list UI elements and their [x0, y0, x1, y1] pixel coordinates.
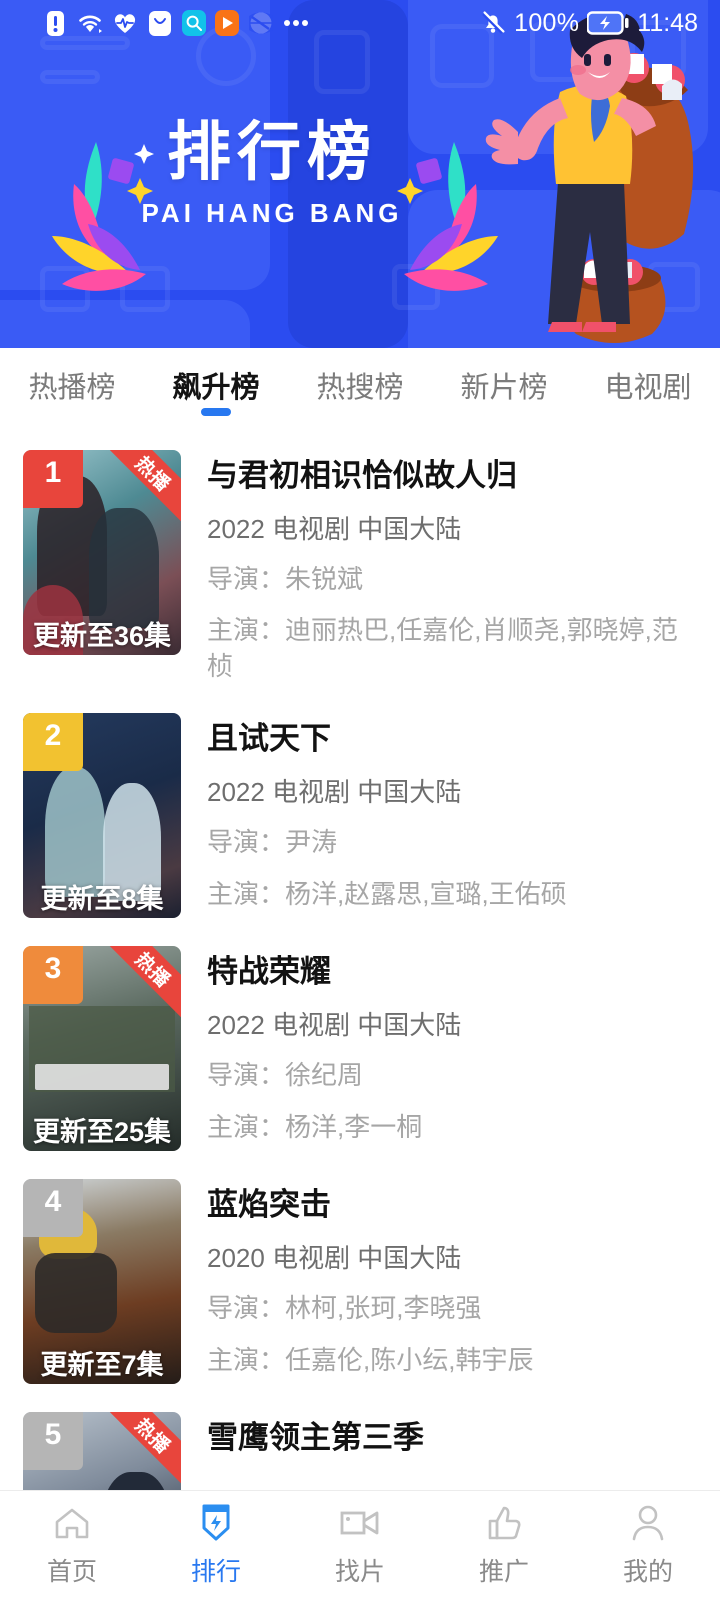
item-title: 特战荣耀	[207, 954, 331, 990]
item-info: 与君初相识恰似故人归 2022 电视剧 中国大陆 导演：朱锐斌 主演：迪丽热巴,…	[181, 450, 700, 685]
episode-status: 更新至7集	[40, 1350, 164, 1381]
tab-underline	[201, 408, 231, 416]
list-item[interactable]: 5 热播 雪鹰领主第三季	[0, 1384, 720, 1490]
nav-item-ranking[interactable]: 排行	[144, 1503, 288, 1588]
ranking-tabs: 热播榜 飙升榜 热搜榜 新片榜 电视剧	[0, 348, 720, 422]
globe-icon	[248, 10, 274, 36]
poster-thumbnail[interactable]: 3 热播 更新至25集	[23, 946, 181, 1152]
bottom-navigation: 首页 排行 找片 推广 我的	[0, 1490, 720, 1600]
item-title: 且试天下	[207, 721, 331, 757]
play-icon	[215, 10, 239, 36]
item-meta: 2020 电视剧 中国大陆	[207, 1242, 462, 1273]
item-info: 雪鹰领主第三季	[181, 1412, 700, 1490]
wifi-icon	[77, 10, 103, 36]
list-item[interactable]: 4 更新至7集 蓝焰突击 2020 电视剧 中国大陆 导演：林柯,张珂,李晓强 …	[0, 1151, 720, 1385]
poster-thumbnail[interactable]: 1 热播 更新至36集	[23, 450, 181, 655]
status-bar-left-icons	[22, 10, 309, 36]
rank-badge: 3	[23, 946, 83, 1005]
nav-item-find[interactable]: 找片	[288, 1503, 432, 1588]
rank-badge: 1	[23, 450, 83, 508]
episode-status: 更新至25集	[32, 1117, 172, 1148]
item-cast: 主演：任嘉伦,陈小纭,韩宇辰	[207, 1344, 534, 1375]
tab-label: 电视剧	[604, 372, 692, 404]
poster-thumbnail[interactable]: 5 热播	[23, 1412, 181, 1490]
nav-label: 排行	[190, 1558, 241, 1586]
tab-resou[interactable]: 热搜榜	[288, 348, 432, 422]
ranking-list[interactable]: 1 热播 更新至36集 与君初相识恰似故人归 2022 电视剧 中国大陆 导演：…	[0, 422, 720, 1490]
alert-badge-icon	[42, 10, 68, 36]
poster-thumbnail[interactable]: 4 更新至7集	[23, 1179, 181, 1385]
ranking-banner: 排行榜 PAI HANG BANG	[0, 0, 720, 348]
banner-subtitle: PAI HANG BANG	[141, 198, 403, 228]
thumbs-up-icon	[482, 1503, 526, 1543]
tab-xinpian[interactable]: 新片榜	[432, 348, 576, 422]
episode-status: 更新至8集	[40, 884, 164, 915]
banner-title: 排行榜	[167, 116, 377, 188]
item-cast: 主演：杨洋,赵露思,宣璐,王佑硕	[207, 878, 567, 909]
tab-biaosheng[interactable]: 飙升榜	[144, 348, 288, 422]
person-icon	[626, 1503, 670, 1543]
item-meta: 2022 电视剧 中国大陆	[207, 776, 462, 807]
home-icon	[50, 1503, 94, 1543]
item-director: 导演：徐纪周	[207, 1059, 364, 1090]
item-cast: 主演：杨洋,李一桐	[207, 1111, 423, 1142]
tab-rebang[interactable]: 热播榜	[0, 348, 144, 422]
item-director: 导演：林柯,张珂,李晓强	[207, 1292, 482, 1323]
item-info: 且试天下 2022 电视剧 中国大陆 导演：尹涛 主演：杨洋,赵露思,宣璐,王佑…	[181, 713, 700, 918]
tab-label: 新片榜	[460, 372, 548, 404]
item-title: 蓝焰突击	[207, 1187, 331, 1223]
app-root: 排行榜 PAI HANG BANG 100% 11:48 热播榜 飙升榜 热搜榜…	[0, 0, 720, 1600]
item-director: 导演：尹涛	[207, 826, 338, 857]
person-with-sack-icon	[485, 13, 694, 343]
nav-label: 推广	[478, 1558, 529, 1586]
tab-label: 飙升榜	[172, 372, 260, 404]
nav-label: 首页	[46, 1558, 97, 1586]
nav-item-mine[interactable]: 我的	[576, 1503, 720, 1588]
tab-label: 热搜榜	[316, 372, 404, 404]
rank-badge: 5	[23, 1412, 83, 1471]
video-camera-icon	[338, 1503, 382, 1543]
episode-status: 更新至36集	[32, 621, 172, 651]
rank-badge: 2	[23, 713, 83, 772]
rank-badge: 4	[23, 1179, 83, 1238]
shopping-bag-icon	[147, 10, 173, 36]
list-item[interactable]: 2 更新至8集 且试天下 2022 电视剧 中国大陆 导演：尹涛 主演：杨洋,赵…	[0, 685, 720, 919]
poster-thumbnail[interactable]: 2 更新至8集	[23, 713, 181, 919]
bell-off-icon	[480, 10, 506, 36]
item-meta: 2022 电视剧 中国大陆	[207, 1009, 462, 1040]
item-info: 蓝焰突击 2020 电视剧 中国大陆 导演：林柯,张珂,李晓强 主演：任嘉伦,陈…	[181, 1179, 700, 1384]
nav-item-promotion[interactable]: 推广	[432, 1503, 576, 1588]
item-director: 导演：朱锐斌	[207, 563, 364, 594]
banner-text-block: 排行榜 PAI HANG BANG	[122, 120, 422, 229]
list-item[interactable]: 3 热播 更新至25集 特战荣耀 2022 电视剧 中国大陆 导演：徐纪周 主演…	[0, 918, 720, 1152]
clock: 11:48	[637, 8, 698, 37]
item-info: 特战荣耀 2022 电视剧 中国大陆 导演：徐纪周 主演：杨洋,李一桐	[181, 946, 700, 1151]
list-item[interactable]: 1 热播 更新至36集 与君初相识恰似故人归 2022 电视剧 中国大陆 导演：…	[0, 422, 720, 685]
rank-shield-icon	[194, 1503, 238, 1543]
item-title: 与君初相识恰似故人归	[207, 458, 517, 493]
status-bar-right: 100% 11:48	[480, 9, 698, 38]
battery-percent: 100%	[514, 8, 580, 37]
status-bar: 100% 11:48	[0, 0, 720, 46]
item-cast: 主演：迪丽热巴,任嘉伦,肖顺尧,郭晓婷,范桢	[207, 615, 678, 682]
tab-label: 热播榜	[28, 372, 116, 404]
search-icon	[182, 10, 206, 36]
tab-dianshiju[interactable]: 电视剧	[576, 348, 720, 422]
nav-item-home[interactable]: 首页	[0, 1503, 144, 1588]
nav-label: 找片	[334, 1558, 385, 1586]
battery-charging-icon	[587, 10, 629, 36]
nav-label: 我的	[622, 1558, 673, 1586]
item-title: 雪鹰领主第三季	[207, 1420, 424, 1456]
item-meta: 2022 电视剧 中国大陆	[207, 513, 462, 544]
more-icon	[283, 10, 309, 36]
heart-pulse-icon	[112, 10, 138, 36]
